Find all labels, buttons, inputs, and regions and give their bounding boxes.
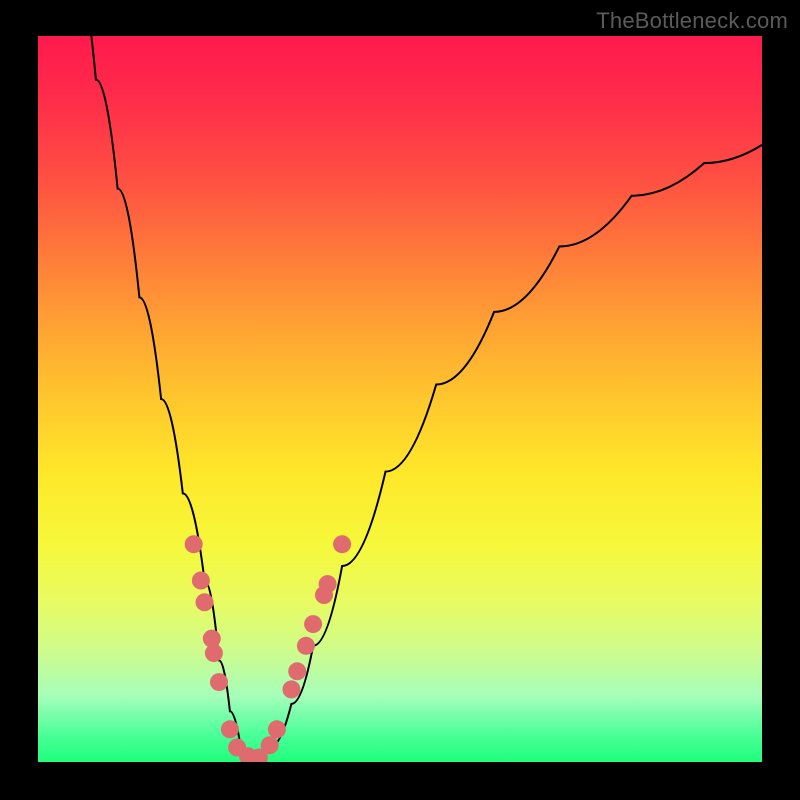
watermark-text: TheBottleneck.com (596, 8, 788, 34)
curve-marker (304, 615, 322, 633)
bottleneck-curve (38, 36, 762, 762)
curve-marker (185, 535, 203, 553)
curve-marker (319, 575, 337, 593)
curve-marker (288, 662, 306, 680)
curve-marker (268, 720, 286, 738)
curve-marker (196, 593, 214, 611)
curve-marker (297, 637, 315, 655)
curve-marker (192, 572, 210, 590)
curve-path (74, 36, 762, 758)
curve-marker (282, 680, 300, 698)
curve-marker (221, 720, 239, 738)
curve-marker (205, 644, 223, 662)
curve-marker (261, 736, 279, 754)
curve-marker (333, 535, 351, 553)
curve-marker (210, 673, 228, 691)
plot-area (38, 36, 762, 762)
